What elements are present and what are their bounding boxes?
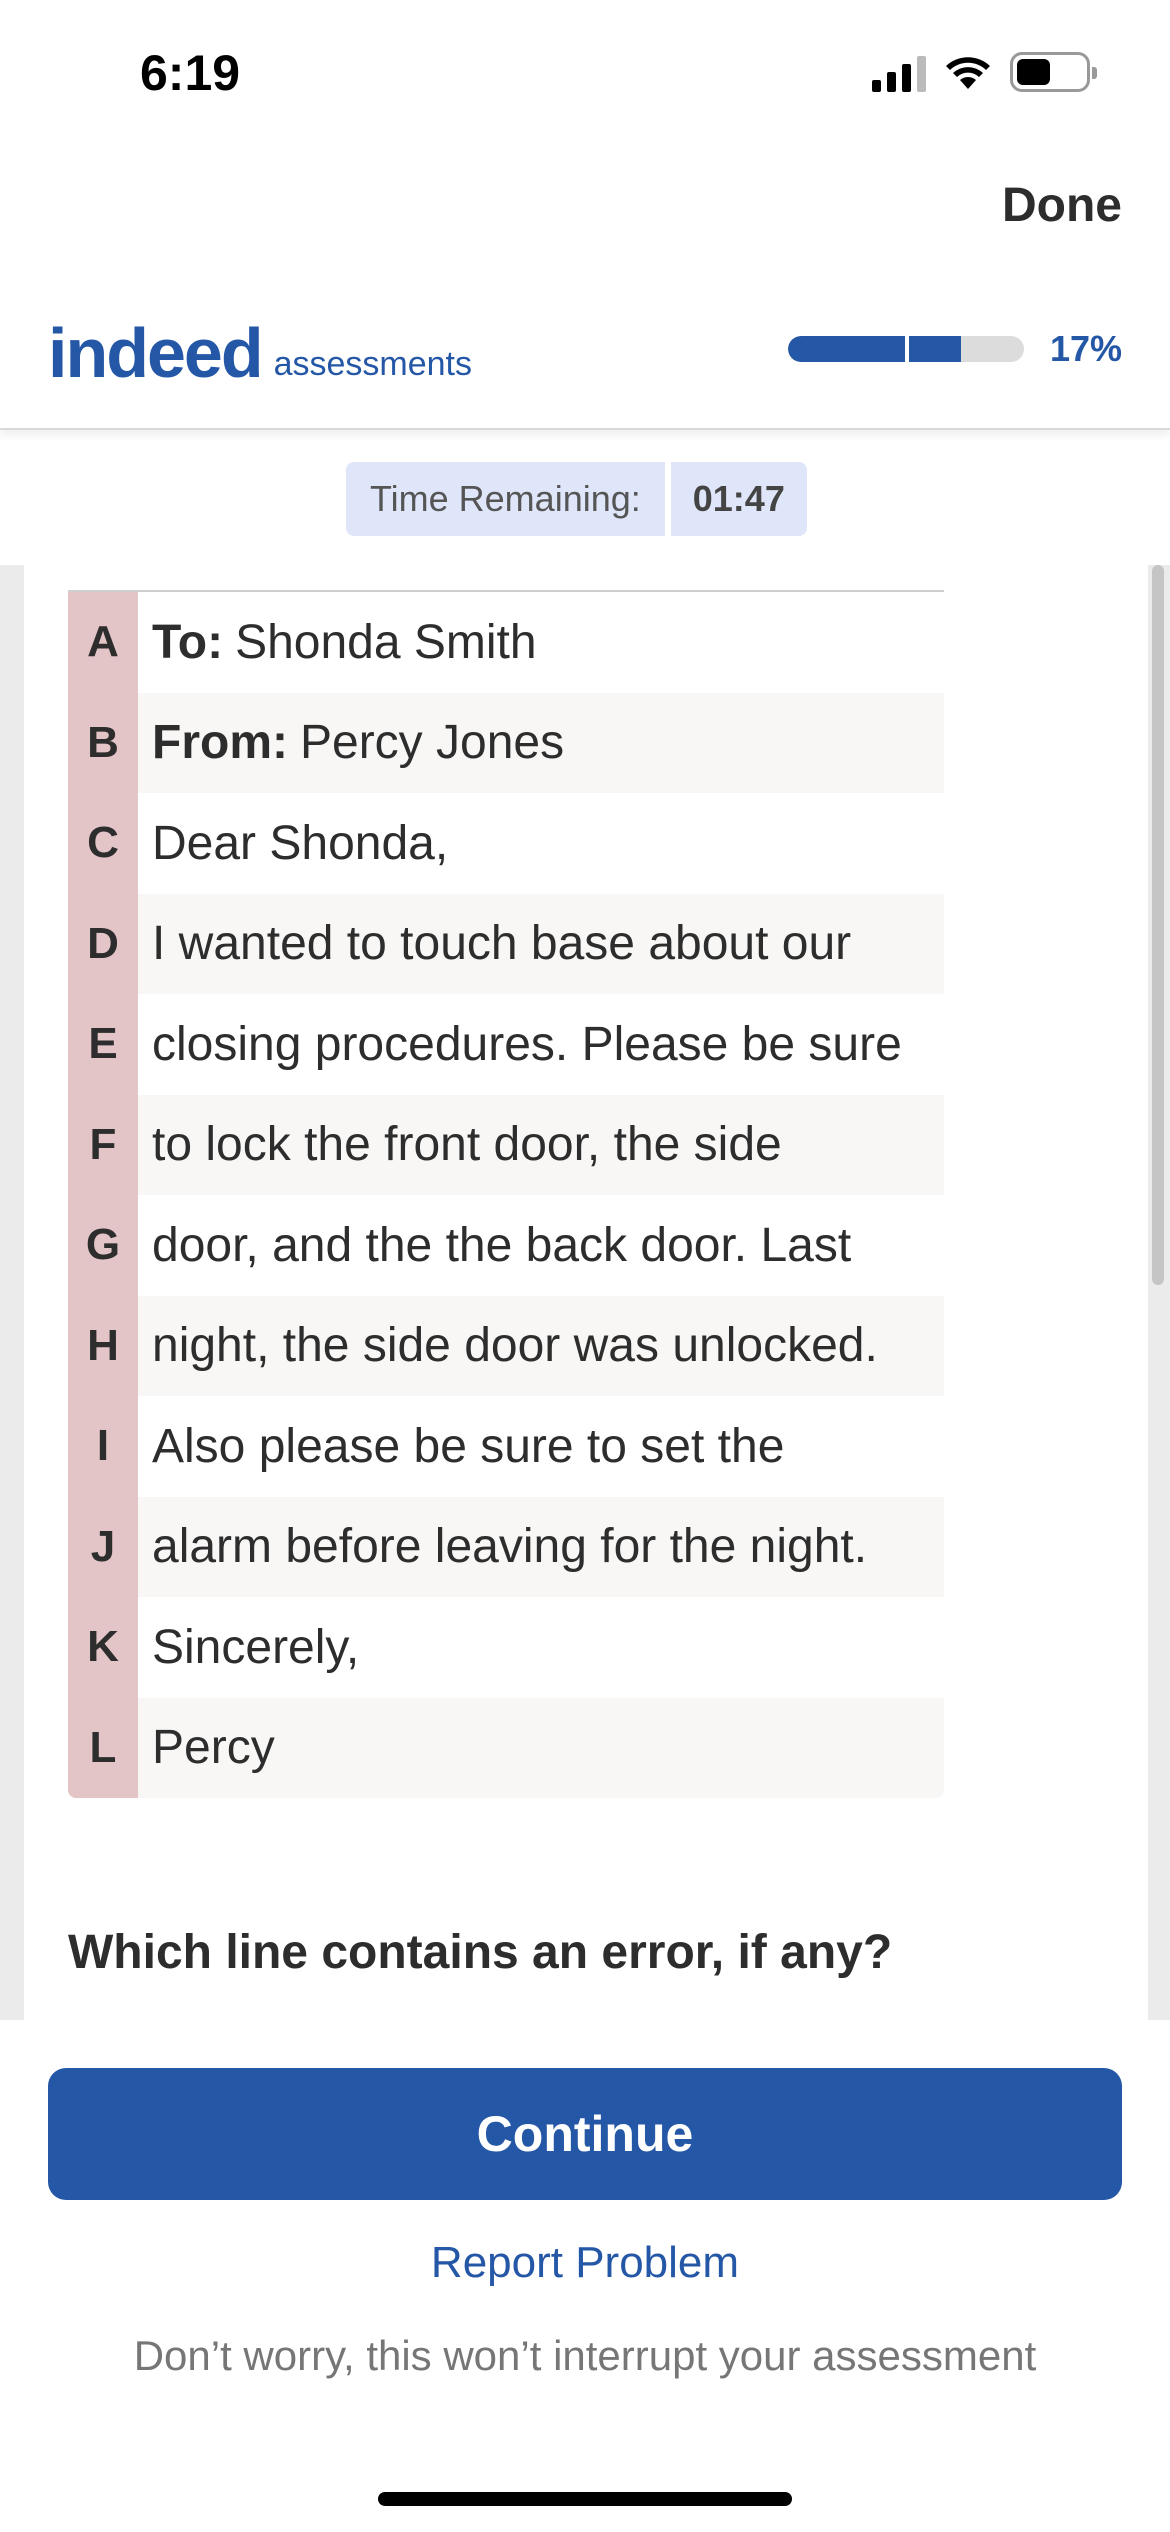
line-field-label: To: bbox=[152, 615, 224, 669]
app-header: indeed assessments 17% bbox=[0, 290, 1170, 430]
line-text: night, the side door was unlocked. bbox=[138, 1295, 944, 1396]
line-letter: C bbox=[68, 793, 138, 894]
line-text: Also please be sure to set the bbox=[138, 1396, 944, 1497]
wifi-icon bbox=[946, 57, 990, 89]
line-text: door, and the the back door. Last bbox=[138, 1195, 944, 1296]
letter-line-f: Fto lock the front door, the side bbox=[68, 1094, 944, 1195]
line-letter: F bbox=[68, 1094, 138, 1195]
letter-line-d: D I wanted to touch base about our bbox=[68, 893, 944, 994]
progress-bar-fill bbox=[788, 336, 961, 362]
line-content: I wanted to touch base about our bbox=[152, 917, 852, 971]
letter-line-i: I Also please be sure to set the bbox=[68, 1396, 944, 1497]
footer: Continue Report Problem Don’t worry, thi… bbox=[0, 2020, 1170, 2532]
line-content: door, and the the back door. Last bbox=[152, 1218, 852, 1272]
line-letter: J bbox=[68, 1496, 138, 1597]
letter-line-l: L Percy bbox=[68, 1697, 944, 1798]
line-text: alarm before leaving for the night. bbox=[138, 1496, 944, 1597]
time-remaining: Time Remaining: 01:47 bbox=[346, 462, 807, 536]
letter-line-c: C Dear Shonda, bbox=[68, 793, 944, 894]
line-text: closing procedures. Please be sure bbox=[138, 994, 944, 1095]
line-text: to lock the front door, the side bbox=[138, 1094, 944, 1195]
line-letter: K bbox=[68, 1597, 138, 1698]
report-problem-link[interactable]: Report Problem bbox=[0, 2238, 1170, 2288]
line-content: Shonda Smith bbox=[235, 615, 537, 669]
letter-line-a: A To: Shonda Smith bbox=[68, 592, 944, 693]
line-text: I wanted to touch base about our bbox=[138, 893, 944, 994]
scrollbar-thumb[interactable] bbox=[1152, 565, 1164, 1285]
line-letter: I bbox=[68, 1396, 138, 1497]
line-text: From: Percy Jones bbox=[138, 692, 944, 793]
line-field-label: From: bbox=[152, 716, 288, 770]
status-bar: 6:19 bbox=[0, 0, 1170, 150]
line-content: to lock the front door, the side bbox=[152, 1118, 782, 1172]
cellular-signal-icon bbox=[872, 52, 926, 92]
time-remaining-label: Time Remaining: bbox=[346, 462, 665, 536]
progress-bar-divider bbox=[905, 336, 909, 362]
line-letter: G bbox=[68, 1195, 138, 1296]
continue-button[interactable]: Continue bbox=[48, 2068, 1122, 2200]
line-letter: E bbox=[68, 994, 138, 1095]
line-content: Percy Jones bbox=[299, 716, 565, 770]
logo-suffix: assessments bbox=[273, 345, 472, 383]
letter-line-h: Hnight, the side door was unlocked. bbox=[68, 1295, 944, 1396]
line-content: Percy bbox=[152, 1721, 275, 1775]
line-content: Also please be sure to set the bbox=[152, 1419, 785, 1473]
letter-line-e: Eclosing procedures. Please be sure bbox=[68, 994, 944, 1095]
letter-line-b: B From: Percy Jones bbox=[68, 692, 944, 793]
battery-icon bbox=[1010, 52, 1097, 92]
progress-bar bbox=[788, 336, 1024, 362]
done-button[interactable]: Done bbox=[1002, 178, 1122, 233]
letter-line-j: Jalarm before leaving for the night. bbox=[68, 1496, 944, 1597]
line-letter: D bbox=[68, 893, 138, 994]
question-text: Which line contains an error, if any? bbox=[68, 1926, 893, 1979]
line-letter: L bbox=[68, 1697, 138, 1798]
line-content: closing procedures. Please be sure bbox=[152, 1017, 902, 1071]
time-remaining-value: 01:47 bbox=[670, 462, 807, 536]
logo-wordmark: indeed bbox=[48, 314, 264, 392]
line-content: Dear Shonda, bbox=[152, 816, 449, 870]
line-text: To: Shonda Smith bbox=[138, 592, 944, 693]
line-text: Percy bbox=[138, 1697, 944, 1798]
line-content: night, the side door was unlocked. bbox=[152, 1319, 878, 1373]
letter-line-k: K Sincerely, bbox=[68, 1597, 944, 1698]
line-letter: A bbox=[68, 592, 138, 693]
status-icons bbox=[872, 52, 1097, 92]
line-letter: B bbox=[68, 692, 138, 793]
letter-line-g: Gdoor, and the the back door. Last bbox=[68, 1195, 944, 1296]
progress-percent: 17% bbox=[1049, 328, 1122, 369]
status-time: 6:19 bbox=[140, 45, 241, 101]
reassurance-text: Don’t worry, this won’t interrupt your a… bbox=[133, 2332, 1037, 2379]
letter-passage: A To: Shonda Smith B From: Percy Jones C Dear S… bbox=[68, 590, 944, 1798]
line-letter: H bbox=[68, 1295, 138, 1396]
home-indicator bbox=[378, 2492, 792, 2506]
indeed-assessments-logo: indeed assessments bbox=[48, 318, 472, 388]
line-text: Sincerely, bbox=[138, 1597, 944, 1698]
line-text: Dear Shonda, bbox=[138, 793, 944, 894]
scrollbar[interactable] bbox=[1148, 565, 1170, 2020]
line-content: Sincerely, bbox=[152, 1620, 360, 1674]
line-content: alarm before leaving for the night. bbox=[152, 1520, 868, 1574]
